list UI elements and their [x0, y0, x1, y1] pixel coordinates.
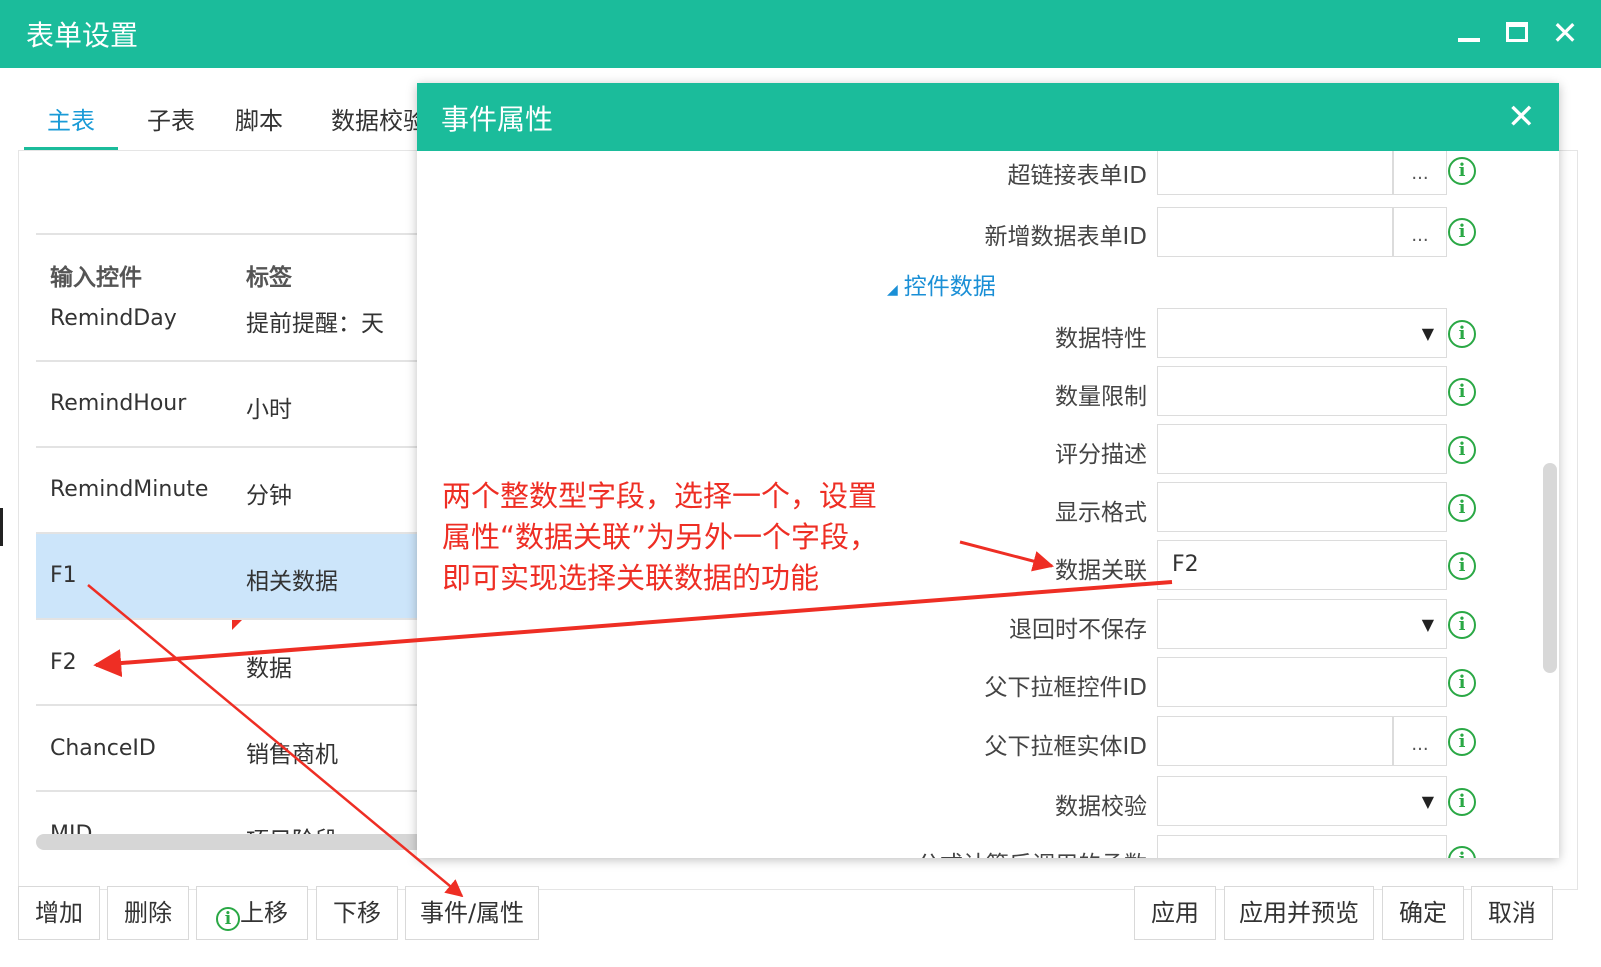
arrow-to-f2-row: [93, 580, 1173, 678]
annotation-arrows: [87, 540, 1173, 898]
arrow-to-data-association: [959, 540, 1055, 572]
arrow-to-event-button: [87, 584, 464, 898]
arrow-tip-f1: [232, 620, 242, 630]
